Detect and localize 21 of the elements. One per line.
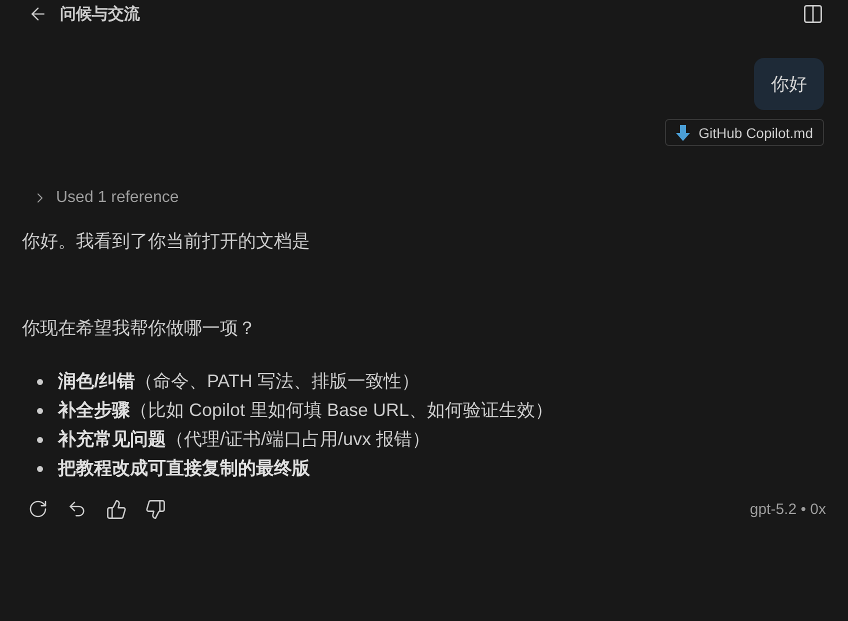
bullet-icon — [37, 408, 43, 414]
option-text: 把教程改成可直接复制的最终版 — [58, 457, 310, 480]
response-paragraph: 你好。我看到了你当前打开的文档是 — [22, 230, 311, 253]
references-toggle[interactable]: Used 1 reference — [22, 186, 179, 210]
user-message-bubble: 你好 — [754, 58, 824, 110]
option-text: 润色/纠错（命令、PATH 写法、排版一致性） — [58, 370, 420, 393]
bullet-icon — [37, 466, 43, 472]
model-info: gpt-5.2 • 0x — [750, 500, 826, 518]
thumbs-down-icon — [144, 498, 166, 520]
response-paragraph: 你现在希望我帮你做哪一项？ — [22, 317, 257, 340]
bullet-icon — [37, 436, 43, 442]
option-text: 补全步骤（比如 Copilot 里如何填 Base URL、如何验证生效） — [58, 399, 554, 422]
split-panel-icon — [802, 3, 824, 25]
option-text: 补充常见问题（代理/证书/端口占用/uvx 报错） — [58, 428, 430, 451]
file-attachment-chip[interactable]: GitHub Copilot.md — [664, 119, 824, 146]
undo-icon — [67, 499, 87, 519]
retry-icon — [28, 499, 48, 519]
thumbs-up-icon — [106, 498, 126, 520]
chat-title: 问候与交流 — [60, 4, 140, 24]
down-arrow-icon — [676, 124, 690, 140]
bullet-icon — [37, 378, 43, 384]
